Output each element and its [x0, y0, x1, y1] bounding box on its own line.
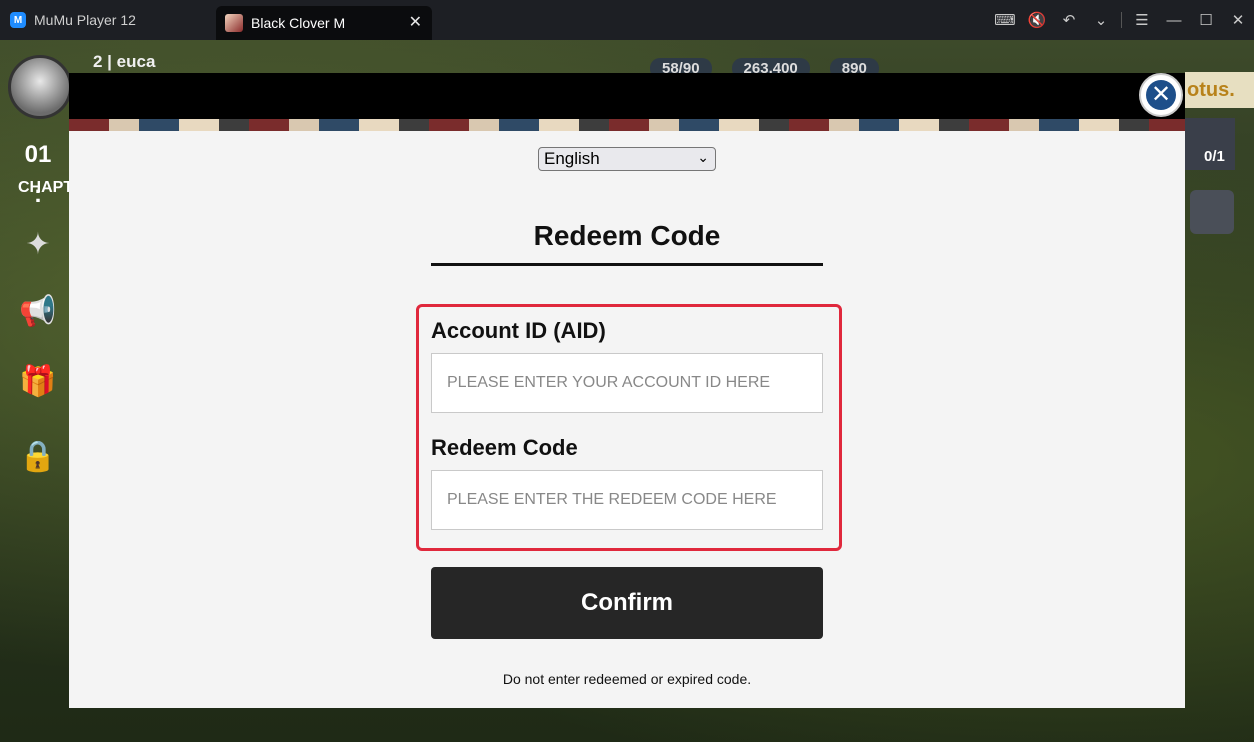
- megaphone-icon[interactable]: 📢: [18, 292, 58, 332]
- gift-icon[interactable]: 🎁: [18, 362, 58, 402]
- menu-icon[interactable]: ☰: [1126, 0, 1158, 40]
- undo-icon[interactable]: ↶: [1053, 0, 1085, 40]
- app-name: MuMu Player 12: [34, 12, 136, 28]
- redeem-note: Do not enter redeemed or expired code.: [502, 671, 752, 687]
- tab-close-icon[interactable]: ✕: [409, 12, 422, 32]
- title-underline: [431, 263, 823, 266]
- player-name: 2 | euca: [93, 52, 156, 71]
- chevron-down-icon[interactable]: ⌄: [1085, 0, 1117, 40]
- modal-close-button[interactable]: ✕: [1139, 73, 1183, 117]
- language-select[interactable]: English ⌄: [538, 147, 716, 171]
- event-banner[interactable]: otus.: [1185, 72, 1254, 108]
- confirm-button[interactable]: Confirm: [431, 567, 823, 639]
- account-id-label: Account ID (AID): [431, 318, 606, 343]
- chevron-down-icon: ⌄: [697, 149, 709, 165]
- account-id-input[interactable]: [431, 353, 823, 413]
- window-controls: ⌨ 🔇 ↶ ⌄ ☰ — ☐ ✕: [989, 0, 1254, 40]
- game-icon: [225, 14, 243, 32]
- divider: [1121, 12, 1122, 28]
- redeem-code-label: Redeem Code: [431, 435, 578, 460]
- game-tab[interactable]: Black Clover M ✕: [216, 6, 432, 40]
- mumu-logo-icon: M: [10, 12, 26, 28]
- redeem-code-input[interactable]: [431, 470, 823, 530]
- player-avatar[interactable]: [8, 55, 72, 119]
- modal-header-bar: [69, 73, 1185, 119]
- lock-icon: 🔒: [19, 440, 57, 473]
- book-icon[interactable]: [1190, 190, 1234, 234]
- language-selected: English: [544, 149, 600, 168]
- chapter-text: CHAPT: [18, 179, 74, 196]
- window-titlebar: M MuMu Player 12 Black Clover M ✕ ⌨ 🔇 ↶ …: [0, 0, 1254, 40]
- maximize-icon[interactable]: ☐: [1190, 0, 1222, 40]
- game-tab-title: Black Clover M: [251, 15, 346, 31]
- mute-icon[interactable]: 🔇: [1021, 0, 1053, 40]
- page-title: Redeem Code: [533, 220, 721, 251]
- compass-icon[interactable]: ✦: [18, 225, 58, 265]
- keyboard-icon[interactable]: ⌨: [989, 0, 1021, 40]
- minimize-icon[interactable]: —: [1158, 0, 1190, 40]
- app-tab[interactable]: M MuMu Player 12: [0, 0, 136, 40]
- close-icon: ✕: [1146, 80, 1176, 110]
- character-banner: [69, 119, 1185, 131]
- close-window-icon[interactable]: ✕: [1222, 0, 1254, 40]
- quest-count: 0/1: [1204, 148, 1225, 165]
